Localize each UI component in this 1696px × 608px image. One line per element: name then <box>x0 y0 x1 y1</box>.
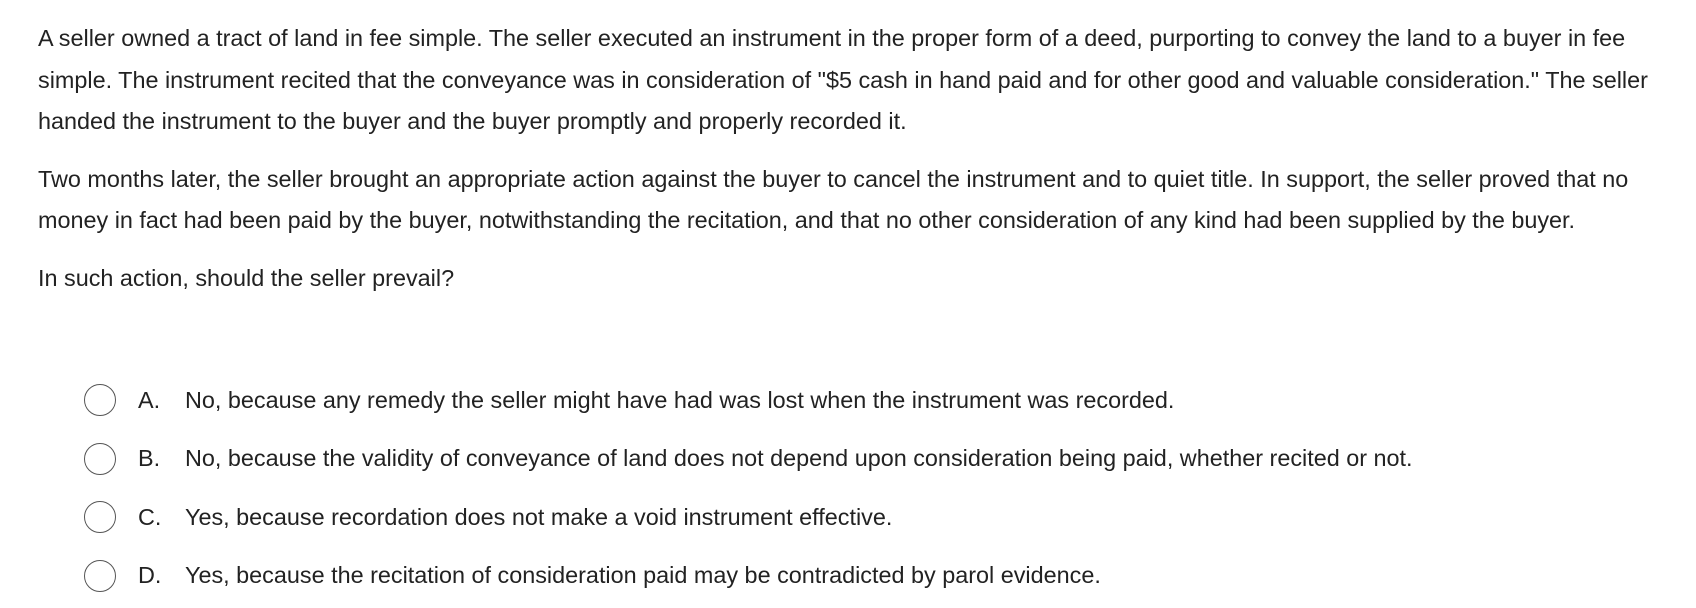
choice-b[interactable]: B. No, because the validity of conveyanc… <box>84 430 1664 489</box>
choice-d[interactable]: D. Yes, because the recitation of consid… <box>84 547 1664 606</box>
question-prompt: In such action, should the seller prevai… <box>38 264 455 291</box>
choice-letter-b: B. <box>138 445 161 472</box>
choice-c[interactable]: C. Yes, because recordation does not mak… <box>84 488 1664 547</box>
radio-button-b[interactable] <box>84 442 116 475</box>
answer-choices: A. No, because any remedy the seller mig… <box>84 371 1664 605</box>
choice-letter-a: A. <box>138 386 161 413</box>
question-stem: A seller owned a tract of land in fee si… <box>38 18 1678 299</box>
radio-button-a[interactable] <box>84 384 116 417</box>
stem-paragraph-1: A seller owned a tract of land in fee si… <box>38 25 1648 134</box>
stem-paragraph-2: Two months later, the seller brought an … <box>38 165 1629 234</box>
choice-a[interactable]: A. No, because any remedy the seller mig… <box>84 371 1664 430</box>
radio-button-d[interactable] <box>84 559 116 592</box>
radio-button-c[interactable] <box>84 501 116 534</box>
choice-text-b[interactable]: No, because the validity of conveyance o… <box>185 445 1413 472</box>
choice-text-c[interactable]: Yes, because recordation does not make a… <box>185 504 892 531</box>
choice-letter-d: D. <box>138 562 162 589</box>
choice-letter-c: C. <box>138 503 162 530</box>
choice-text-d[interactable]: Yes, because the recitation of considera… <box>185 562 1101 589</box>
choice-text-a[interactable]: No, because any remedy the seller might … <box>185 387 1174 414</box>
